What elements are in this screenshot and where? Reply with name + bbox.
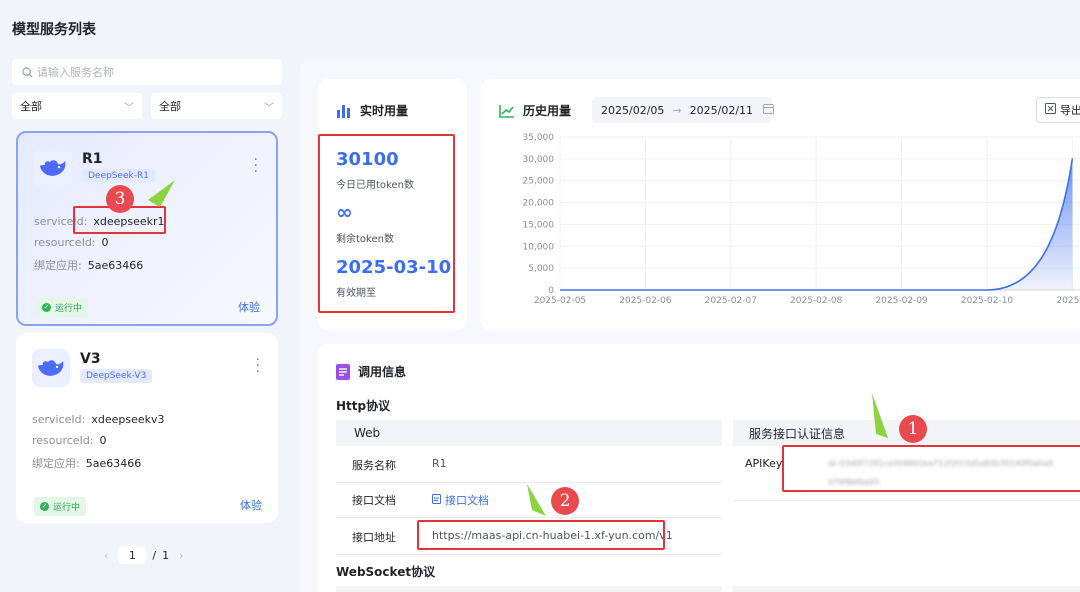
annotation-badge-1: 1: [899, 415, 927, 443]
annotation-badge-2: 2: [551, 487, 579, 515]
annotation-badge-3: 3: [106, 185, 134, 213]
annotation-arrows: [148, 180, 888, 516]
green-arrow-1: [872, 393, 888, 438]
green-arrow-2: [527, 484, 546, 516]
green-arrow-3: [148, 180, 175, 207]
